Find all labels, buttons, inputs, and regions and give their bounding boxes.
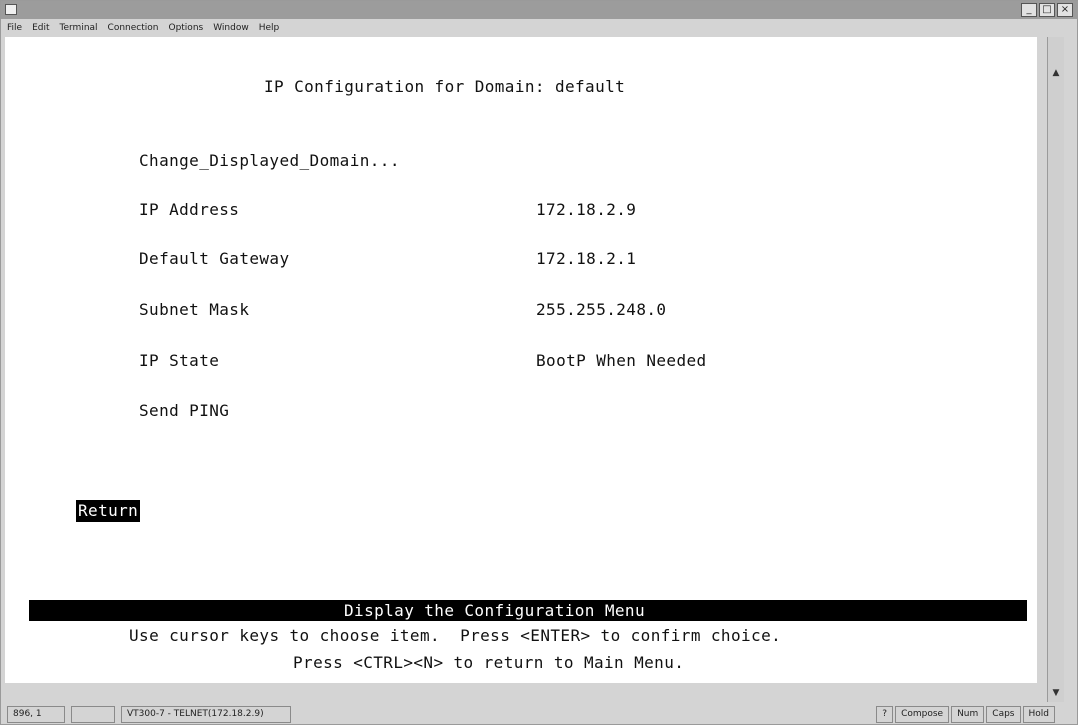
caps-indicator: Caps — [986, 706, 1021, 723]
close-button[interactable]: × — [1057, 3, 1073, 17]
default-gateway-value: 172.18.2.1 — [536, 249, 637, 268]
maximize-button[interactable]: □ — [1039, 3, 1055, 17]
cursor-position: 896, 1 — [7, 706, 65, 723]
help-line-2: Press <CTRL><N> to return to Main Menu. — [293, 653, 685, 672]
terminal-top-area — [27, 37, 1037, 67]
ip-address-value: 172.18.2.9 — [536, 200, 637, 219]
indicator-panels: ? Compose Num Caps Hold — [876, 706, 1055, 723]
question-indicator: ? — [876, 706, 894, 723]
menu-item-subnet-mask[interactable]: Subnet Mask — [139, 300, 249, 319]
menu-item-send-ping[interactable]: Send PING — [139, 401, 229, 420]
compose-indicator: Compose — [895, 706, 950, 723]
menu-options[interactable]: Options — [168, 23, 203, 33]
vertical-scrollbar[interactable]: ▲ ▼ — [1047, 37, 1064, 702]
session-info: VT300-7 - TELNET(172.18.2.9) — [121, 706, 291, 723]
menu-item-change-domain[interactable]: Change_Displayed_Domain... — [139, 151, 400, 170]
app-icon[interactable] — [5, 4, 17, 15]
scroll-down-icon[interactable]: ▼ — [1050, 687, 1062, 699]
page-title: IP Configuration for Domain: default — [264, 77, 626, 96]
minimize-button[interactable]: _ — [1021, 3, 1037, 17]
terminal-window: _ □ × File Edit Terminal Connection Opti… — [0, 0, 1078, 725]
menu-item-ip-state[interactable]: IP State — [139, 351, 219, 370]
menu-connection[interactable]: Connection — [108, 23, 159, 33]
menu-file[interactable]: File — [7, 23, 22, 33]
menu-window[interactable]: Window — [213, 23, 249, 33]
return-item[interactable]: Return — [76, 500, 141, 522]
ip-state-value: BootP When Needed — [536, 351, 707, 370]
terminal-status-text: Display the Configuration Menu — [344, 601, 645, 620]
help-line-1: Use cursor keys to choose item. Press <E… — [129, 626, 782, 645]
menu-item-default-gateway[interactable]: Default Gateway — [139, 249, 290, 268]
hold-indicator: Hold — [1022, 706, 1055, 723]
terminal-left-margin — [5, 37, 27, 683]
menu-item-ip-address[interactable]: IP Address — [139, 200, 239, 219]
scroll-up-icon[interactable]: ▲ — [1050, 67, 1062, 79]
subnet-mask-value: 255.255.248.0 — [536, 300, 667, 319]
num-indicator: Num — [951, 706, 985, 723]
menu-terminal[interactable]: Terminal — [60, 23, 98, 33]
title-bar: _ □ × — [1, 1, 1078, 19]
menu-help[interactable]: Help — [259, 23, 280, 33]
status-blank-panel — [71, 706, 115, 723]
window-controls: _ □ × — [1021, 3, 1073, 17]
status-bar: 896, 1 VT300-7 - TELNET(172.18.2.9) ? Co… — [1, 703, 1078, 725]
menu-bar: File Edit Terminal Connection Options Wi… — [1, 20, 1078, 36]
menu-edit[interactable]: Edit — [32, 23, 49, 33]
